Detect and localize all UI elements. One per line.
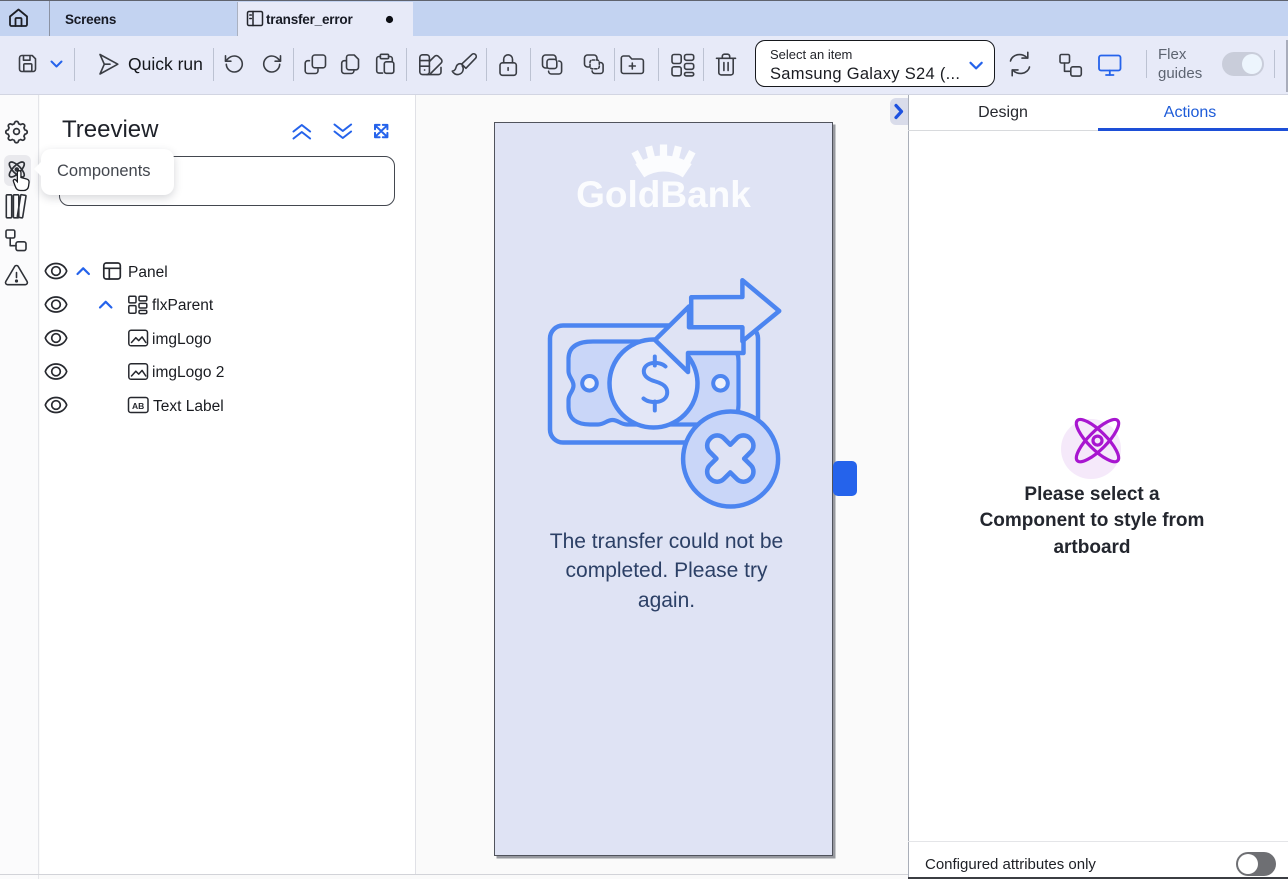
svg-text:AB: AB — [132, 401, 144, 411]
